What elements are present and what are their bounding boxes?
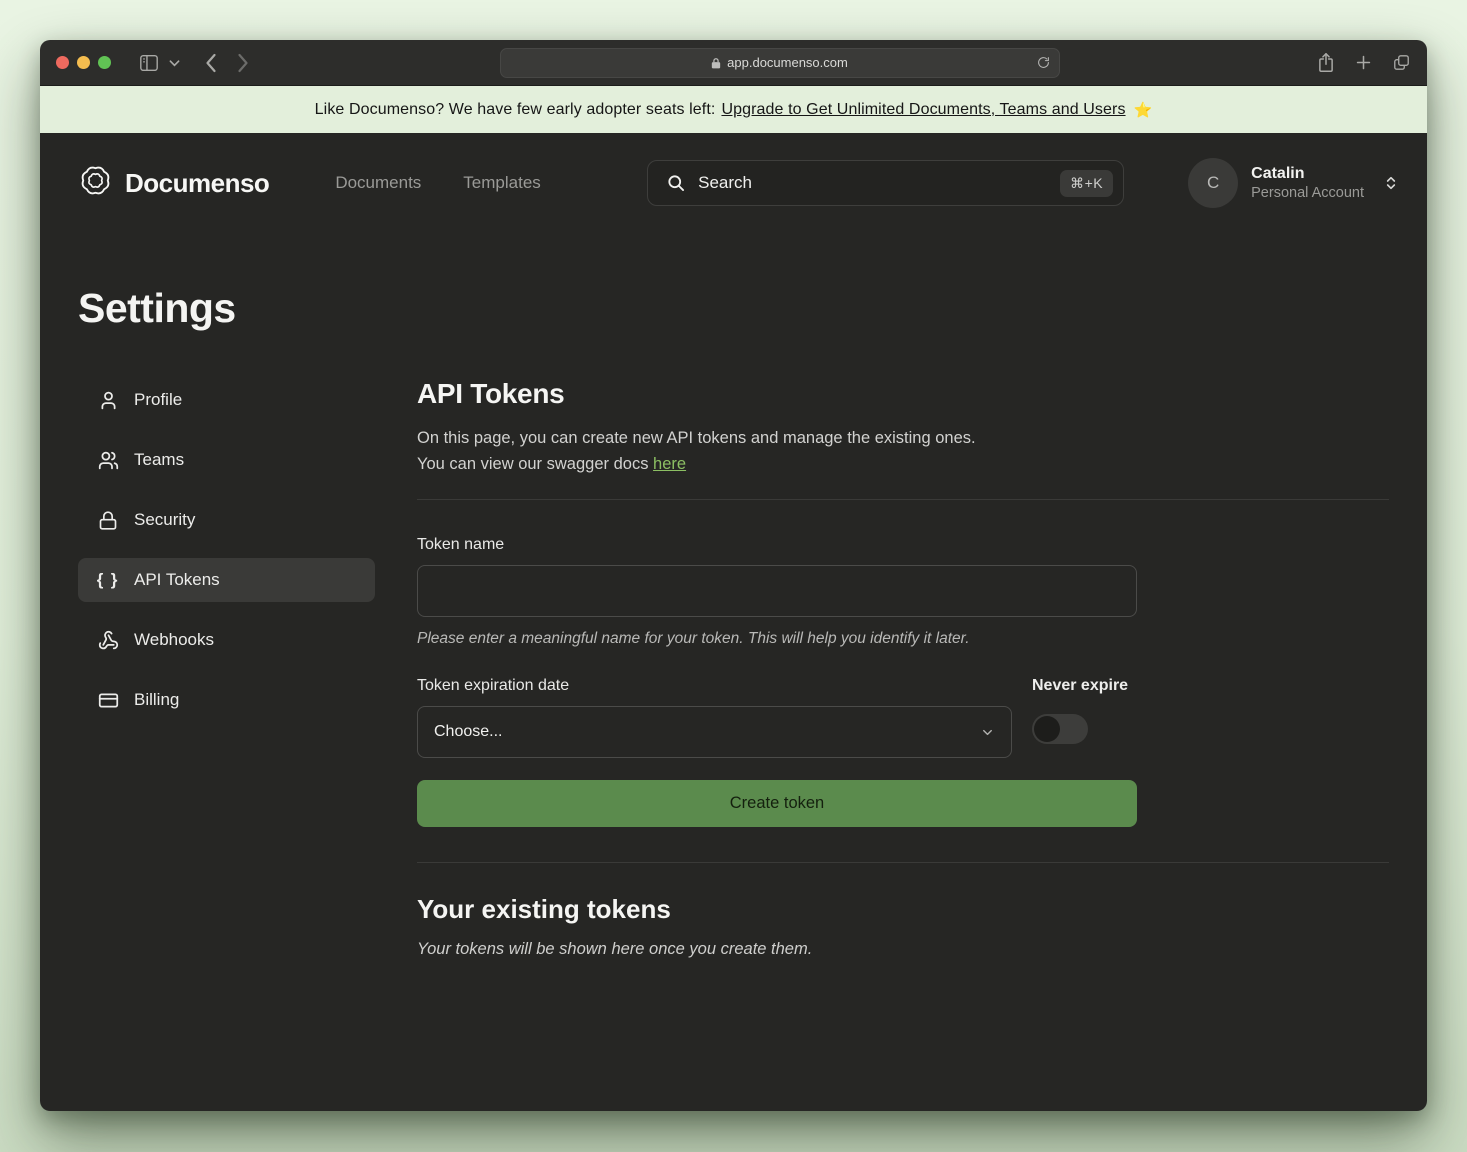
share-icon[interactable] bbox=[1317, 52, 1335, 73]
section-heading: API Tokens bbox=[417, 378, 1389, 410]
user-icon bbox=[97, 390, 119, 411]
expiration-selected-value: Choose... bbox=[434, 723, 502, 741]
close-window-button[interactable] bbox=[56, 56, 69, 69]
promo-text: Like Documenso? We have few early adopte… bbox=[315, 101, 716, 119]
token-name-label: Token name bbox=[417, 536, 1389, 554]
tabs-overview-icon[interactable] bbox=[1392, 52, 1411, 73]
sidebar-item-security[interactable]: Security bbox=[78, 498, 375, 542]
create-token-button[interactable]: Create token bbox=[417, 780, 1137, 827]
search-shortcut-badge: ⌘+K bbox=[1060, 170, 1113, 197]
traffic-lights bbox=[56, 56, 111, 69]
divider bbox=[417, 499, 1389, 500]
tab-group-chevron-icon[interactable] bbox=[169, 59, 180, 67]
settings-sidebar: Profile Teams Security bbox=[78, 378, 375, 959]
lock-icon bbox=[711, 57, 721, 69]
search-placeholder: Search bbox=[698, 173, 1048, 193]
minimize-window-button[interactable] bbox=[77, 56, 90, 69]
nav-templates[interactable]: Templates bbox=[463, 173, 540, 193]
new-tab-icon[interactable] bbox=[1355, 52, 1372, 73]
app-header: Documenso Documents Templates Search ⌘+K… bbox=[40, 133, 1427, 233]
brand[interactable]: Documenso bbox=[78, 163, 269, 203]
sidebar-item-label: Security bbox=[134, 510, 195, 530]
star-emoji: ⭐ bbox=[1134, 101, 1153, 119]
page-title: Settings bbox=[78, 285, 1389, 332]
address-bar[interactable]: app.documenso.com bbox=[500, 48, 1060, 78]
promo-banner: Like Documenso? We have few early adopte… bbox=[40, 86, 1427, 133]
never-expire-toggle[interactable] bbox=[1032, 714, 1088, 744]
sidebar-item-label: Billing bbox=[134, 690, 179, 710]
sidebar-toggle-icon[interactable] bbox=[139, 54, 159, 72]
app-content: Documenso Documents Templates Search ⌘+K… bbox=[40, 133, 1427, 1111]
upgrade-link[interactable]: Upgrade to Get Unlimited Documents, Team… bbox=[721, 101, 1125, 119]
sidebar-item-label: Webhooks bbox=[134, 630, 214, 650]
forward-button[interactable] bbox=[237, 53, 250, 73]
zoom-window-button[interactable] bbox=[98, 56, 111, 69]
reload-icon[interactable] bbox=[1037, 56, 1050, 69]
section-description: On this page, you can create new API tok… bbox=[417, 425, 1389, 477]
token-name-hint: Please enter a meaningful name for your … bbox=[417, 630, 1389, 648]
brand-wordmark: Documenso bbox=[125, 168, 269, 199]
account-menu[interactable]: C Catalin Personal Account bbox=[1188, 158, 1399, 208]
braces-icon: { } bbox=[97, 570, 119, 590]
account-name: Catalin bbox=[1251, 164, 1364, 184]
nav-documents[interactable]: Documents bbox=[335, 173, 421, 193]
credit-card-icon bbox=[97, 690, 119, 711]
api-tokens-panel: API Tokens On this page, you can create … bbox=[417, 378, 1389, 959]
chevron-down-icon bbox=[980, 725, 995, 740]
webhook-icon bbox=[97, 630, 119, 651]
users-icon bbox=[97, 450, 119, 471]
swagger-docs-link[interactable]: here bbox=[653, 455, 686, 473]
sidebar-item-label: Teams bbox=[134, 450, 184, 470]
account-type: Personal Account bbox=[1251, 184, 1364, 203]
sidebar-item-label: API Tokens bbox=[134, 570, 220, 590]
sidebar-item-profile[interactable]: Profile bbox=[78, 378, 375, 422]
url-text: app.documenso.com bbox=[727, 55, 848, 70]
settings-page: Settings Profile Teams bbox=[40, 285, 1427, 959]
existing-tokens-empty-text: Your tokens will be shown here once you … bbox=[417, 940, 1389, 959]
avatar: C bbox=[1188, 158, 1238, 208]
expiration-label: Token expiration date bbox=[417, 677, 1012, 695]
lock-icon bbox=[97, 510, 119, 531]
never-expire-label: Never expire bbox=[1032, 677, 1137, 695]
divider bbox=[417, 862, 1389, 863]
existing-tokens-heading: Your existing tokens bbox=[417, 894, 1389, 925]
browser-window: app.documenso.com Like Docu bbox=[40, 40, 1427, 1111]
back-button[interactable] bbox=[204, 53, 217, 73]
main-nav: Documents Templates bbox=[335, 173, 540, 193]
sidebar-item-billing[interactable]: Billing bbox=[78, 678, 375, 722]
search-icon bbox=[666, 173, 686, 193]
sidebar-item-webhooks[interactable]: Webhooks bbox=[78, 618, 375, 662]
description-line1: On this page, you can create new API tok… bbox=[417, 429, 976, 447]
description-line2: You can view our swagger docs bbox=[417, 455, 648, 473]
search-input[interactable]: Search ⌘+K bbox=[647, 160, 1124, 206]
sidebar-item-label: Profile bbox=[134, 390, 182, 410]
toggle-knob bbox=[1034, 716, 1060, 742]
chevrons-up-down-icon bbox=[1383, 174, 1399, 192]
token-name-input[interactable] bbox=[417, 565, 1137, 617]
sidebar-item-api-tokens[interactable]: { } API Tokens bbox=[78, 558, 375, 602]
expiration-select[interactable]: Choose... bbox=[417, 706, 1012, 758]
documenso-logo-icon bbox=[78, 163, 113, 203]
sidebar-item-teams[interactable]: Teams bbox=[78, 438, 375, 482]
browser-toolbar: app.documenso.com bbox=[40, 40, 1427, 86]
